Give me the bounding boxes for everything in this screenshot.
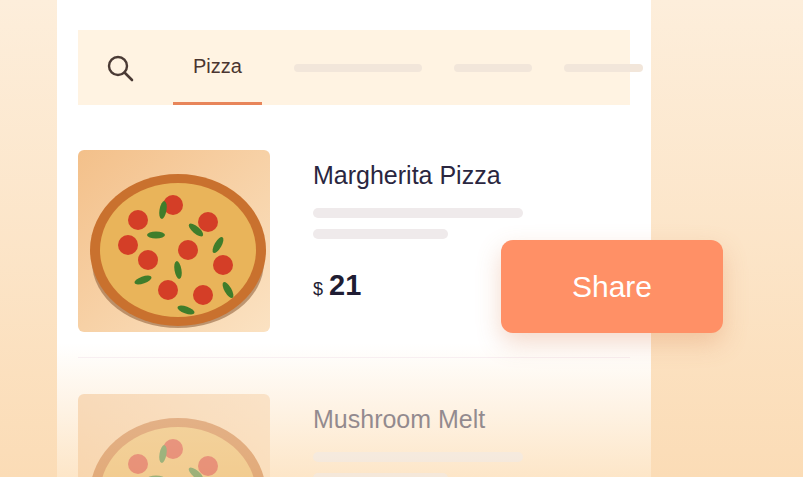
search-icon[interactable] [105, 53, 135, 83]
category-tab-bar: Pizza [78, 30, 630, 105]
tab-placeholders [294, 64, 643, 72]
pizza-photo [78, 150, 270, 332]
tab-placeholder [454, 64, 532, 72]
menu-card: Pizza Margherita Pizza $21 Mushroom Melt [57, 0, 651, 477]
item-description-placeholder [313, 208, 523, 239]
tab-placeholder [564, 64, 643, 72]
pizza-photo [78, 394, 270, 477]
item-price: $21 [313, 269, 523, 302]
category-tab[interactable]: Pizza [173, 30, 262, 105]
item-name: Margherita Pizza [313, 160, 523, 190]
menu-item[interactable]: Mushroom Melt [78, 357, 630, 477]
tab-placeholder [294, 64, 422, 72]
menu-screen: Pizza Margherita Pizza $21 Mushroom Melt Sha… [0, 0, 803, 477]
item-info: Mushroom Melt [313, 394, 523, 477]
item-description-placeholder [313, 452, 523, 477]
item-name: Mushroom Melt [313, 404, 523, 434]
share-button[interactable]: Share [501, 240, 723, 333]
item-info: Margherita Pizza $21 [313, 150, 523, 332]
